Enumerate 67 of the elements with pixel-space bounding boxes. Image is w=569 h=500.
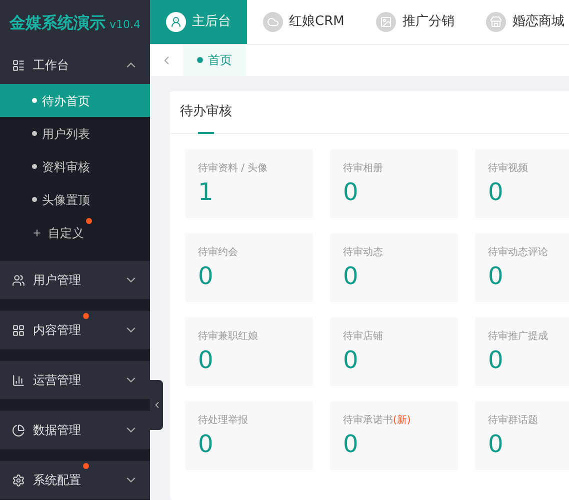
menu-group[interactable]: 运营管理 (0, 361, 150, 399)
stat-label: 待审推广提成 (488, 330, 549, 344)
stat-label: 待审店铺 (343, 330, 384, 344)
stat-label: 待审约会 (198, 246, 239, 260)
top-tab[interactable]: 婚恋商城 (470, 0, 569, 44)
menu-group-label: 用户管理 (33, 272, 81, 289)
user-icon (166, 12, 186, 32)
bullet-icon (32, 131, 37, 136)
stat-value: 0 (488, 177, 504, 208)
stat-label: 待审动态评论 (488, 246, 549, 260)
menu-group[interactable]: 系统配置 (0, 461, 150, 499)
stat-value: 1 (198, 177, 214, 208)
gear-icon (12, 474, 25, 486)
plus-icon (32, 228, 42, 238)
menu-group-label: 数据管理 (33, 422, 81, 439)
menu-group-label: 内容管理 (33, 322, 81, 339)
stat-label: 待审视频 (488, 162, 529, 176)
bullet-icon (32, 98, 37, 103)
stat-value: 0 (343, 345, 360, 376)
menu-item-label: 头像置顶 (42, 192, 90, 208)
bar-chart-icon (12, 374, 25, 386)
stat-value: 0 (198, 261, 214, 292)
pie-chart-icon (12, 424, 25, 436)
users-icon (12, 274, 25, 286)
cloud-icon (263, 12, 283, 32)
menu-item-label: 自定义 (48, 224, 84, 242)
panel-title: 待办审核 (180, 103, 233, 122)
top-tab[interactable]: 推广分销 (360, 0, 470, 44)
menu-group-label: 工作台 (33, 57, 69, 74)
version-label: v10.4 (109, 16, 140, 33)
stat-label: 待审承诺书(新) (343, 414, 412, 428)
menu-item-label: 资料审核 (42, 158, 90, 176)
collapse-handle[interactable] (150, 380, 163, 430)
menu-item[interactable]: 头像置顶 (0, 183, 150, 216)
menu-group[interactable]: 用户管理 (0, 261, 150, 299)
stat-value: 0 (343, 177, 360, 208)
menu-item-label: 用户列表 (42, 126, 90, 142)
stat-value: 0 (488, 429, 504, 460)
stat-value: 0 (198, 345, 214, 376)
stat-value: 0 (488, 345, 504, 376)
stat-value: 0 (343, 261, 360, 292)
menu-group[interactable]: 工作台 (0, 46, 150, 84)
list-icon (12, 58, 25, 72)
menu-item[interactable]: 用户列表 (0, 117, 150, 150)
stat-label: 待审兼职红娘 (198, 330, 259, 344)
menu-group-label: 运营管理 (33, 372, 81, 389)
bullet-icon (32, 197, 37, 202)
stat-label: 待审相册 (343, 162, 384, 176)
image-icon (376, 12, 396, 32)
stat-label: 待审动态 (343, 246, 384, 260)
menu-item-label: 待办首页 (42, 92, 90, 110)
stat-value: 0 (343, 429, 360, 460)
menu-group[interactable]: 内容管理 (0, 311, 150, 349)
menu-item[interactable]: 自定义 (0, 216, 150, 249)
store-icon (486, 12, 506, 32)
stat-label: 待审资料 / 头像 (198, 162, 269, 176)
menu-group[interactable]: 数据管理 (0, 411, 150, 449)
stat-label: 待审群话题 (488, 414, 539, 428)
top-tab[interactable]: 红娘CRM (247, 0, 360, 44)
bullet-icon (32, 164, 37, 169)
stat-value: 0 (488, 261, 504, 292)
app-title: 金媒系统演示 (9, 12, 106, 34)
stat-value: 0 (198, 429, 214, 460)
grid-icon (12, 324, 25, 336)
menu-item[interactable]: 资料审核 (0, 150, 150, 183)
menu-group-label: 系统配置 (33, 472, 81, 489)
stat-label: 待处理举报 (198, 414, 249, 428)
